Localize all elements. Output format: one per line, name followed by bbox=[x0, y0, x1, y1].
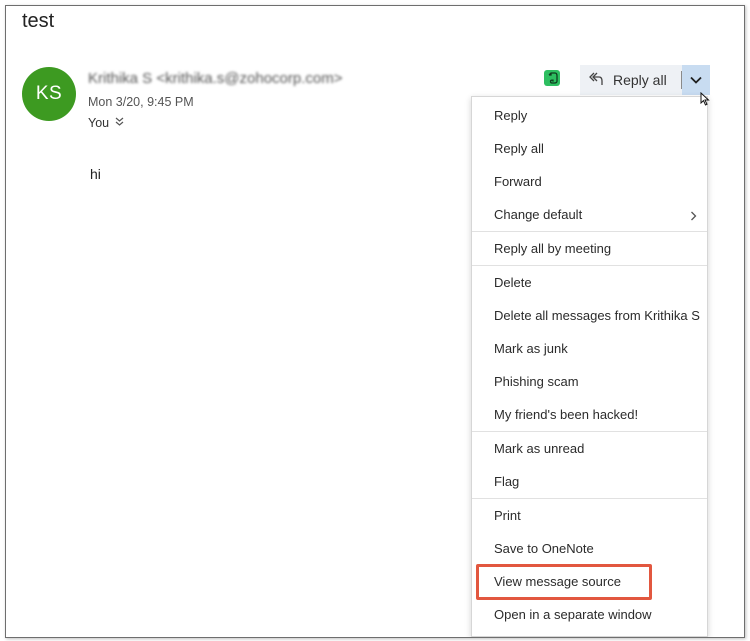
menu-item-reply-all-by-meeting[interactable]: Reply all by meeting bbox=[472, 232, 707, 265]
reply-all-icon bbox=[588, 71, 604, 90]
avatar-initials: KS bbox=[35, 83, 63, 104]
menu-item-save-to-onenote[interactable]: Save to OneNote bbox=[472, 532, 707, 565]
menu-item-reply[interactable]: Reply bbox=[472, 99, 707, 132]
reply-options-dropdown[interactable] bbox=[682, 65, 710, 95]
recipient-label: You bbox=[88, 116, 110, 130]
menu-item-phishing-scam[interactable]: Phishing scam bbox=[472, 365, 707, 398]
chevron-down-icon bbox=[690, 71, 702, 89]
menu-item-forward[interactable]: Forward bbox=[472, 165, 707, 198]
menu-item-open-separate-window[interactable]: Open in a separate window bbox=[472, 598, 707, 631]
menu-item-delete[interactable]: Delete bbox=[472, 266, 707, 299]
double-chevron-down-icon[interactable] bbox=[115, 117, 124, 130]
menu-item-change-default[interactable]: Change default bbox=[472, 198, 707, 231]
menu-item-mark-as-junk[interactable]: Mark as junk bbox=[472, 332, 707, 365]
evernote-icon[interactable] bbox=[544, 70, 560, 86]
menu-item-print[interactable]: Print bbox=[472, 499, 707, 532]
menu-item-view-message-source[interactable]: View message source bbox=[472, 565, 707, 598]
reply-options-menu: Reply Reply all Forward Change default R… bbox=[471, 96, 708, 637]
menu-item-label: Change default bbox=[494, 207, 583, 222]
chevron-right-icon bbox=[690, 209, 697, 224]
menu-item-flag[interactable]: Flag bbox=[472, 465, 707, 498]
reply-all-label: Reply all bbox=[613, 72, 667, 88]
message-subject: test bbox=[22, 10, 55, 32]
mouse-pointer-icon bbox=[700, 91, 710, 111]
message-body: hi bbox=[90, 166, 101, 182]
menu-item-friend-hacked[interactable]: My friend's been hacked! bbox=[472, 398, 707, 431]
sender-avatar[interactable]: KS bbox=[22, 67, 76, 121]
reading-pane: test KS Krithika S <krithika.s@zohocorp.… bbox=[5, 5, 745, 638]
menu-item-reply-all[interactable]: Reply all bbox=[472, 132, 707, 165]
menu-item-mark-as-unread[interactable]: Mark as unread bbox=[472, 432, 707, 465]
recipients-row: You bbox=[88, 116, 124, 130]
sender-name[interactable]: Krithika S <krithika.s@zohocorp.com> bbox=[88, 70, 343, 87]
reply-all-split-button: Reply all bbox=[580, 65, 710, 95]
menu-item-delete-all-from-sender[interactable]: Delete all messages from Krithika S bbox=[472, 299, 707, 332]
message-date: Mon 3/20, 9:45 PM bbox=[88, 95, 194, 109]
reply-all-button[interactable]: Reply all bbox=[580, 65, 681, 95]
